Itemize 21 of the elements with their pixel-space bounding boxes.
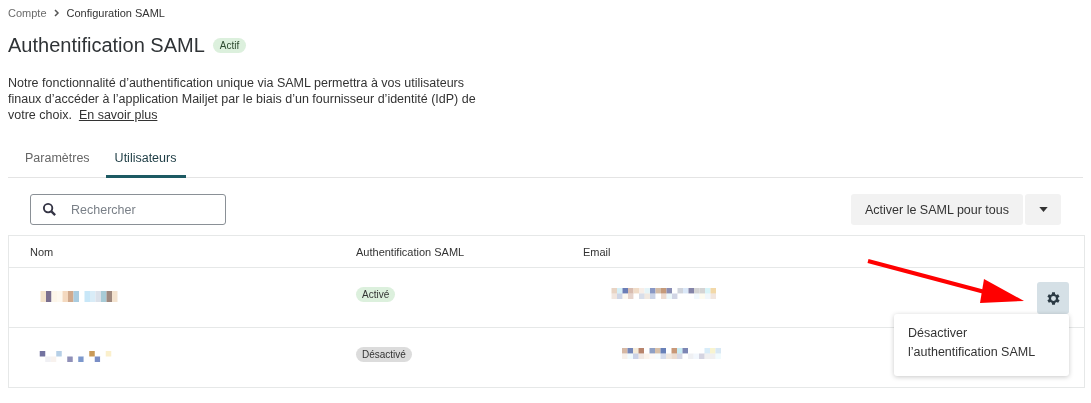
description-text: Notre fonctionnalité d’authentification unique via SAML permettra à vos utilisateurs finaux d’accéder à l’application Mailjet par le biais d’un fournisseur d’identité (IdP) de votre choix. En savoir plus bbox=[8, 75, 477, 123]
status-badge: Désactivé bbox=[356, 347, 412, 362]
caret-icon bbox=[1038, 207, 1048, 212]
settings-button[interactable] bbox=[1037, 282, 1069, 314]
page-title: Authentification SAML bbox=[8, 34, 205, 57]
search-icon bbox=[42, 202, 57, 217]
breadcrumb-link[interactable]: Compte bbox=[8, 7, 47, 19]
column-header: Email bbox=[583, 245, 612, 258]
column-header: Nom bbox=[29, 245, 55, 258]
menu-item[interactable]: Désactiver l’authentification SAML bbox=[908, 324, 1055, 362]
enable-all-button[interactable]: Activer le SAML pour tous bbox=[850, 194, 1023, 225]
settings-icon bbox=[1044, 289, 1062, 307]
learn-more-link[interactable]: En savoir plus bbox=[78, 108, 158, 122]
search-field[interactable]: Rechercher bbox=[30, 194, 226, 225]
tab[interactable]: Utilisateurs bbox=[105, 141, 187, 178]
chevron-icon bbox=[52, 9, 61, 17]
tab[interactable]: Paramètres bbox=[16, 141, 100, 178]
status-badge: Actif bbox=[212, 38, 247, 53]
breadcrumb-current: Configuration SAML bbox=[66, 7, 165, 19]
column-header: Authentification SAML bbox=[356, 245, 466, 258]
status-badge: Activé bbox=[356, 287, 396, 302]
